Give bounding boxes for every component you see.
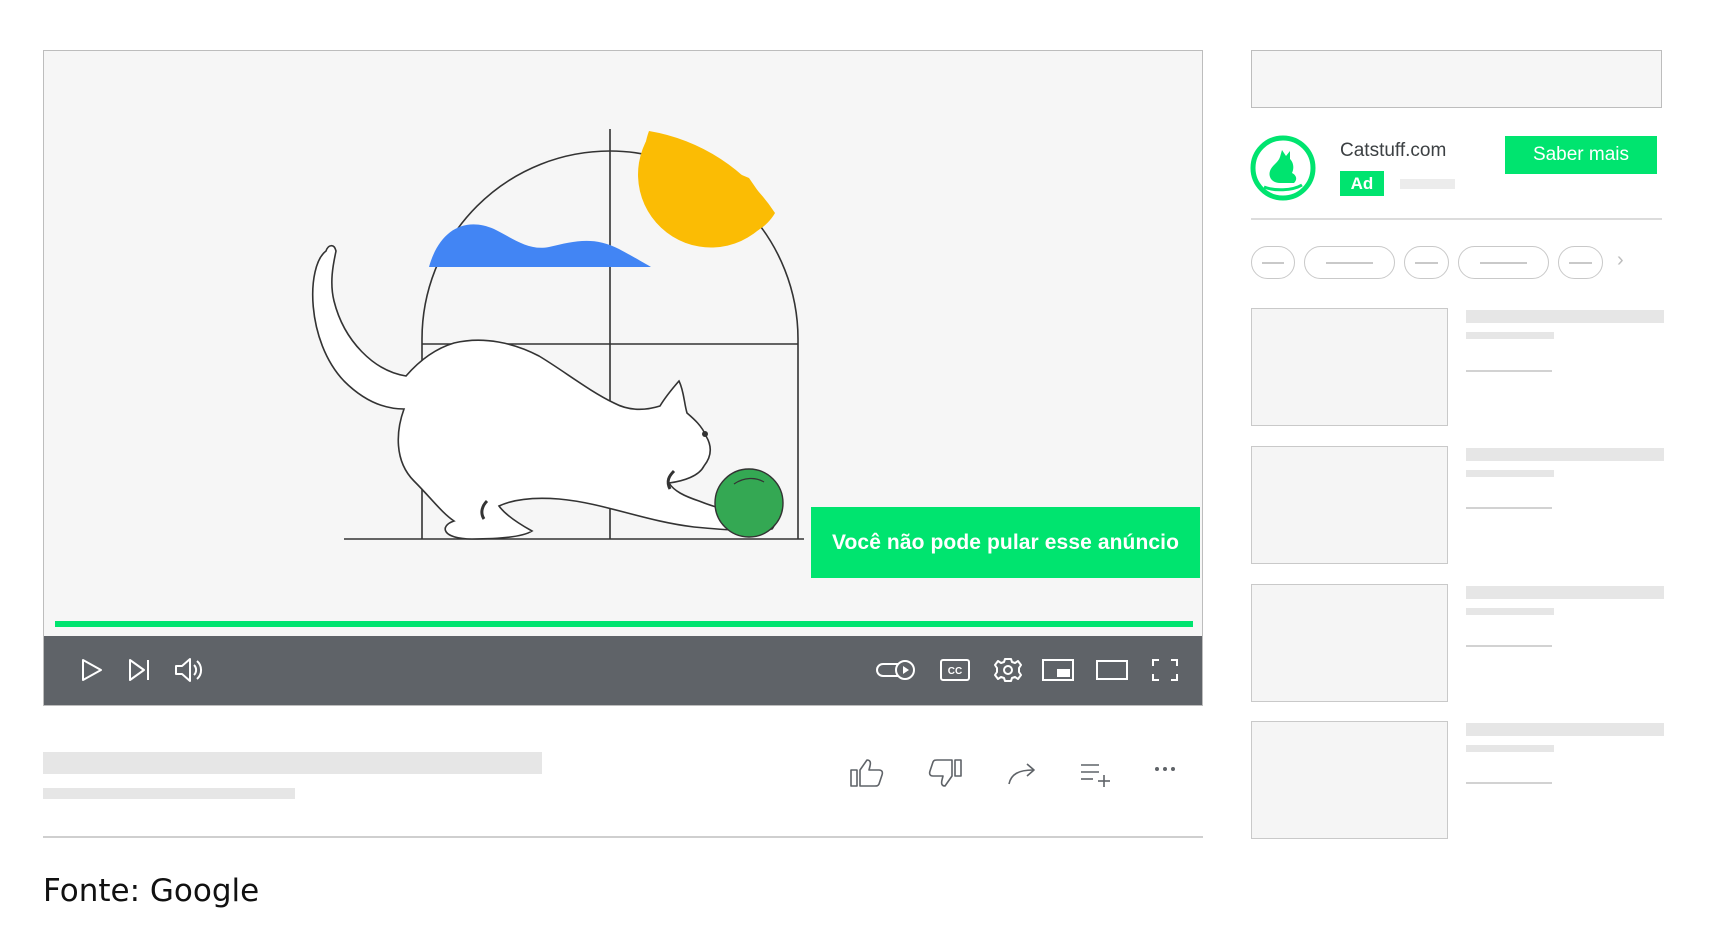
unskippable-ad-notice: Você não pode pular esse anúncio (811, 507, 1200, 578)
dislike-icon[interactable] (925, 756, 965, 790)
related-video-title-placeholder (1466, 448, 1664, 461)
save-to-playlist-icon[interactable] (1077, 756, 1117, 790)
related-video-meta-placeholder (1466, 782, 1552, 784)
more-icon[interactable] (1148, 756, 1188, 790)
learn-more-button[interactable]: Saber mais (1505, 136, 1657, 174)
channel-info-placeholder (43, 788, 295, 799)
sidebar-divider (1251, 218, 1662, 220)
captions-label: CC (948, 666, 962, 677)
related-video-thumbnail[interactable] (1251, 446, 1448, 564)
filter-chip[interactable] (1558, 246, 1603, 279)
ad-progress-fill (55, 621, 1193, 627)
content-divider (43, 836, 1203, 838)
theater-mode-icon[interactable] (1094, 652, 1130, 688)
related-video-channel-placeholder (1466, 745, 1554, 752)
related-video-thumbnail[interactable] (1251, 308, 1448, 426)
related-video-meta-placeholder (1466, 370, 1552, 372)
related-video-meta-placeholder (1466, 507, 1552, 509)
filter-chip[interactable] (1404, 246, 1449, 279)
catstuff-logo-icon[interactable] (1250, 135, 1316, 201)
related-video-thumbnail[interactable] (1251, 584, 1448, 702)
next-icon[interactable] (122, 652, 156, 688)
video-player[interactable]: Você não pode pular esse anúncio CC (43, 50, 1203, 706)
related-video-channel-placeholder (1466, 608, 1554, 615)
related-video-thumbnail[interactable] (1251, 721, 1448, 839)
play-icon[interactable] (74, 652, 108, 688)
advertiser-domain[interactable]: Catstuff.com (1340, 140, 1446, 162)
chevron-right-icon[interactable]: › (1617, 249, 1624, 272)
settings-icon[interactable] (992, 652, 1024, 688)
player-controls-bar: CC (44, 636, 1202, 705)
filter-chip[interactable] (1251, 246, 1295, 279)
ad-badge: Ad (1340, 171, 1384, 196)
miniplayer-icon[interactable] (1040, 652, 1076, 688)
like-icon[interactable] (847, 756, 887, 790)
filter-chip[interactable] (1304, 246, 1395, 279)
captions-icon[interactable]: CC (939, 652, 971, 688)
source-caption: Fonte: Google (43, 873, 260, 909)
related-video-meta-placeholder (1466, 645, 1552, 647)
related-video-title-placeholder (1466, 310, 1664, 323)
filter-chip[interactable] (1458, 246, 1549, 279)
share-icon[interactable] (1003, 756, 1043, 790)
ad-progress-bar[interactable] (55, 621, 1193, 627)
fullscreen-icon[interactable] (1148, 652, 1182, 688)
related-video-title-placeholder (1466, 586, 1664, 599)
ad-meta-placeholder (1400, 179, 1455, 189)
companion-banner-placeholder (1251, 50, 1662, 108)
volume-icon[interactable] (170, 652, 208, 688)
related-video-title-placeholder (1466, 723, 1664, 736)
related-video-channel-placeholder (1466, 470, 1554, 477)
video-title-placeholder (43, 752, 542, 774)
autoplay-toggle-icon[interactable] (874, 652, 918, 688)
related-video-channel-placeholder (1466, 332, 1554, 339)
